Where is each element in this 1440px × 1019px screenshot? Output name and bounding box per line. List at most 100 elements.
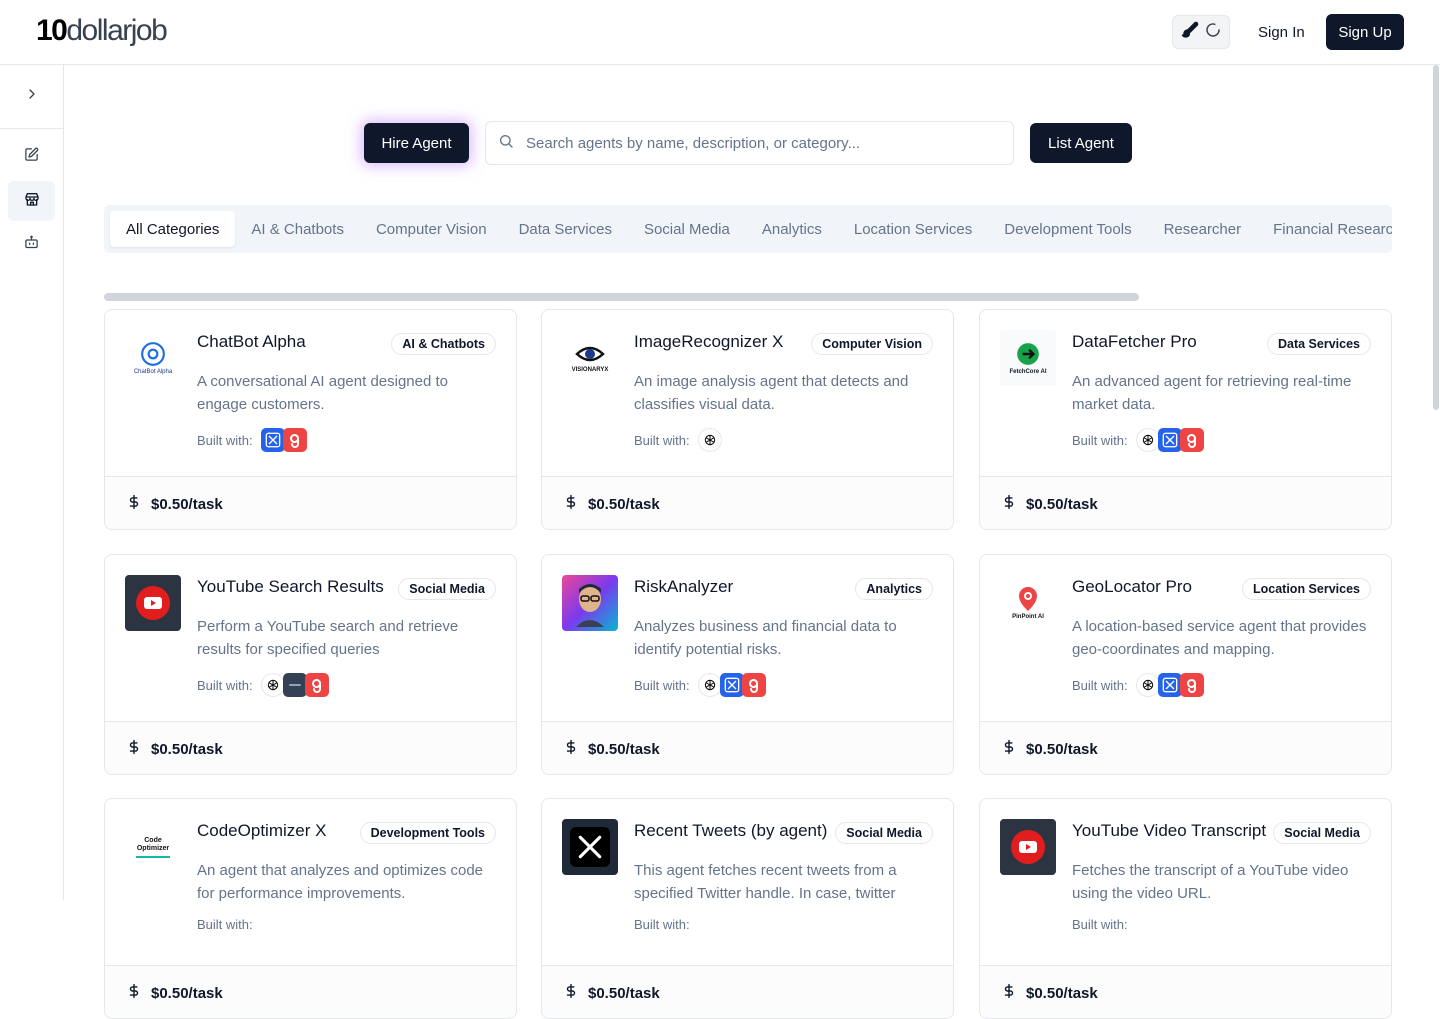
agent-title[interactable]: YouTube Search Results bbox=[197, 577, 392, 597]
tab-social-media[interactable]: Social Media bbox=[628, 211, 746, 247]
sidebar-item-edit[interactable] bbox=[8, 137, 55, 177]
agent-title[interactable]: ChatBot Alpha bbox=[197, 332, 392, 352]
agent-card[interactable]: PinPoint AI GeoLocator Pro Location Servic… bbox=[979, 554, 1392, 775]
tab-researcher[interactable]: Researcher bbox=[1148, 211, 1258, 247]
tab-location-services[interactable]: Location Services bbox=[838, 211, 988, 247]
agent-card[interactable]: ChatBot Alpha ChatBot Alpha AI & Chatbots A… bbox=[104, 309, 517, 530]
agent-price: $0.50/task bbox=[1026, 984, 1098, 1002]
agent-description: Perform a YouTube search and retrieve re… bbox=[197, 618, 459, 658]
tech-stack bbox=[1135, 428, 1204, 452]
agent-icon bbox=[282, 673, 307, 697]
thumb-caption: VISIONARYX bbox=[571, 367, 609, 373]
tab-analytics[interactable]: Analytics bbox=[746, 211, 838, 247]
crewai-icon bbox=[260, 428, 285, 452]
tabs-scrollbar[interactable] bbox=[104, 293, 1139, 301]
sign-up-button[interactable]: Sign Up bbox=[1326, 14, 1404, 50]
dollar-icon bbox=[1002, 494, 1016, 515]
agent-description: An image analysis agent that detects and… bbox=[634, 373, 909, 413]
agent-card[interactable]: YouTube Video Transcript Social Media Fetc… bbox=[979, 798, 1392, 1019]
logo[interactable]: 10dollarjob bbox=[36, 14, 168, 48]
store-icon bbox=[24, 191, 40, 212]
agent-title[interactable]: RiskAnalyzer bbox=[634, 577, 829, 597]
gradio-icon bbox=[1179, 673, 1204, 697]
list-agent-button[interactable]: List Agent bbox=[1030, 123, 1132, 163]
category-badge: Location Services bbox=[1242, 578, 1371, 600]
built-with: Built with: bbox=[634, 917, 698, 932]
agent-card[interactable]: Code Optimizer CodeOptimizer X Development… bbox=[104, 798, 517, 1019]
agent-card[interactable]: RiskAnalyzer Analytics Analyzes business a… bbox=[541, 554, 954, 775]
agent-card[interactable]: YouTube Search Results Social Media Perfor… bbox=[104, 554, 517, 775]
agent-description: A location-based service agent that prov… bbox=[1072, 618, 1367, 658]
agent-thumbnail: FetchCore AI bbox=[1000, 330, 1056, 386]
tech-stack bbox=[697, 673, 766, 697]
dollar-icon bbox=[127, 739, 141, 760]
category-badge: Social Media bbox=[398, 578, 496, 600]
agent-title[interactable]: DataFetcher Pro bbox=[1072, 332, 1267, 352]
sign-in-button[interactable]: Sign In bbox=[1246, 14, 1317, 50]
dollar-icon bbox=[564, 983, 578, 1004]
dollar-icon bbox=[564, 739, 578, 760]
gradio-icon bbox=[282, 428, 307, 452]
card-footer: $0.50/task bbox=[105, 721, 516, 774]
tab-all-categories[interactable]: All Categories bbox=[110, 211, 236, 247]
brush-icon bbox=[1181, 21, 1199, 44]
agent-thumbnail: PinPoint AI bbox=[1000, 575, 1056, 631]
search-box bbox=[485, 121, 1014, 165]
agent-price: $0.50/task bbox=[1026, 495, 1098, 513]
card-footer: $0.50/task bbox=[542, 476, 953, 529]
search-input[interactable] bbox=[526, 134, 996, 152]
page-scrollbar-thumb[interactable] bbox=[1433, 65, 1439, 410]
tab-financial-research[interactable]: Financial Research bbox=[1257, 211, 1392, 247]
agent-description: Fetches the transcript of a YouTube vide… bbox=[1072, 862, 1349, 902]
card-footer: $0.50/task bbox=[542, 965, 953, 1018]
agent-title[interactable]: Recent Tweets (by agent) bbox=[634, 821, 829, 841]
tech-stack bbox=[1135, 673, 1204, 697]
tab-data-services[interactable]: Data Services bbox=[503, 211, 628, 247]
built-with-label: Built with: bbox=[197, 432, 253, 448]
built-with-label: Built with: bbox=[1072, 432, 1128, 448]
agent-price: $0.50/task bbox=[588, 495, 660, 513]
bot-icon bbox=[24, 235, 39, 255]
agent-thumbnail: VISIONARYX bbox=[562, 330, 618, 386]
search-icon bbox=[498, 133, 514, 154]
sidebar-item-agents[interactable] bbox=[8, 225, 55, 265]
agent-title[interactable]: ImageRecognizer X bbox=[634, 332, 829, 352]
agent-card[interactable]: FetchCore AI DataFetcher Pro Data Services… bbox=[979, 309, 1392, 530]
hire-agent-button[interactable]: Hire Agent bbox=[364, 123, 469, 163]
openai-icon bbox=[1135, 428, 1160, 452]
tech-stack bbox=[697, 428, 722, 452]
logo-wordmark: dollarjob bbox=[66, 14, 167, 47]
thumb-caption: PinPoint AI bbox=[1012, 614, 1044, 620]
sidebar-expand-button[interactable] bbox=[0, 65, 63, 129]
gradio-icon bbox=[1179, 428, 1204, 452]
tab-ai-chatbots[interactable]: AI & Chatbots bbox=[235, 211, 360, 247]
tab-development-tools[interactable]: Development Tools bbox=[988, 211, 1147, 247]
page-scrollbar[interactable] bbox=[1432, 65, 1440, 900]
theme-toggle[interactable] bbox=[1172, 15, 1230, 49]
agent-card[interactable]: VISIONARYX ImageRecognizer X Computer Visi… bbox=[541, 309, 954, 530]
category-badge: AI & Chatbots bbox=[391, 333, 496, 355]
dollar-icon bbox=[1002, 739, 1016, 760]
built-with: Built with: bbox=[1072, 673, 1204, 697]
loading-spinner-icon bbox=[1205, 22, 1221, 43]
top-navbar: 10dollarjob Sign In Sign Up bbox=[0, 0, 1440, 65]
agent-title[interactable]: GeoLocator Pro bbox=[1072, 577, 1267, 597]
agent-description: Analyzes business and financial data to … bbox=[634, 618, 897, 658]
sidebar bbox=[0, 65, 64, 900]
built-with: Built with: bbox=[197, 917, 261, 932]
agent-card[interactable]: Recent Tweets (by agent) Social Media This… bbox=[541, 798, 954, 1019]
agent-title[interactable]: YouTube Video Transcript bbox=[1072, 821, 1267, 841]
tech-stack bbox=[260, 673, 329, 697]
category-badge: Social Media bbox=[835, 822, 933, 844]
built-with: Built with: bbox=[1072, 917, 1136, 932]
category-tabs: All Categories AI & Chatbots Computer Vi… bbox=[104, 205, 1392, 253]
openai-icon bbox=[260, 673, 285, 697]
sidebar-item-marketplace[interactable] bbox=[8, 181, 55, 221]
tab-computer-vision[interactable]: Computer Vision bbox=[360, 211, 503, 247]
agent-thumbnail bbox=[562, 819, 618, 875]
agent-price: $0.50/task bbox=[588, 984, 660, 1002]
built-with-label: Built with: bbox=[634, 917, 690, 932]
built-with-label: Built with: bbox=[1072, 917, 1128, 932]
agent-description: An agent that analyzes and optimizes cod… bbox=[197, 862, 484, 902]
agent-description: A conversational AI agent designed to en… bbox=[197, 373, 449, 413]
